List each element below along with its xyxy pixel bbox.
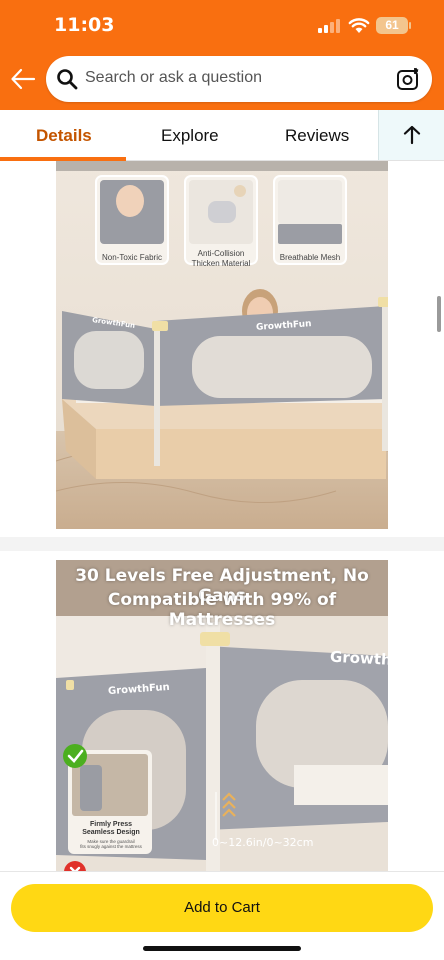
search-header: Search or ask a question [0,50,444,110]
search-input[interactable]: Search or ask a question [46,56,432,102]
back-arrow-icon[interactable] [10,66,36,92]
bed-rail-bedroom-photo [56,161,388,529]
tab-explore[interactable]: Explore [161,126,219,146]
inset-subtitle: Make sure the guardrail fits snugly agai… [80,839,142,849]
battery-tip [409,22,411,29]
battery-icon: 61 [376,17,408,34]
section-tabs: Details Explore Reviews [0,110,444,161]
camera-search-icon[interactable] [396,67,420,91]
up-arrow-icon [403,125,421,145]
status-bar: 11:03 61 [0,0,444,50]
search-placeholder: Search or ask a question [85,69,262,86]
status-time: 11:03 [54,14,115,36]
headline-line-2: Compatible with 99% of Mattresses [107,590,337,630]
scroll-indicator[interactable] [437,296,441,332]
height-measurement-label: 0~12.6in/0~32cm [212,836,314,849]
bottom-action-bar: Add to Cart [0,871,444,960]
card-divider [0,537,444,551]
product-image-features[interactable]: Non-Toxic Fabric Anti-Collision Thicken … [56,161,388,529]
cellular-signal-icon [318,19,340,33]
product-image-adjustment[interactable]: 30 Levels Free Adjustment, No Gaps Compa… [56,560,388,880]
tab-reviews[interactable]: Reviews [285,126,349,146]
scroll-to-top-button[interactable] [378,110,444,160]
battery-level: 61 [385,18,399,32]
tab-details[interactable]: Details [36,126,92,146]
search-icon [57,69,78,90]
feature-label-anti-collision: Anti-Collision Thicken Material [191,249,251,268]
home-indicator[interactable] [143,946,301,951]
add-to-cart-button[interactable]: Add to Cart [11,884,433,932]
feature-label-breathable-mesh: Breathable Mesh [279,253,341,262]
product-details-content: Non-Toxic Fabric Anti-Collision Thicken … [0,161,444,880]
feature-label-non-toxic: Non-Toxic Fabric [101,253,162,262]
inset-title: Firmly Press Seamless Design [82,821,140,836]
wifi-icon [348,18,370,33]
